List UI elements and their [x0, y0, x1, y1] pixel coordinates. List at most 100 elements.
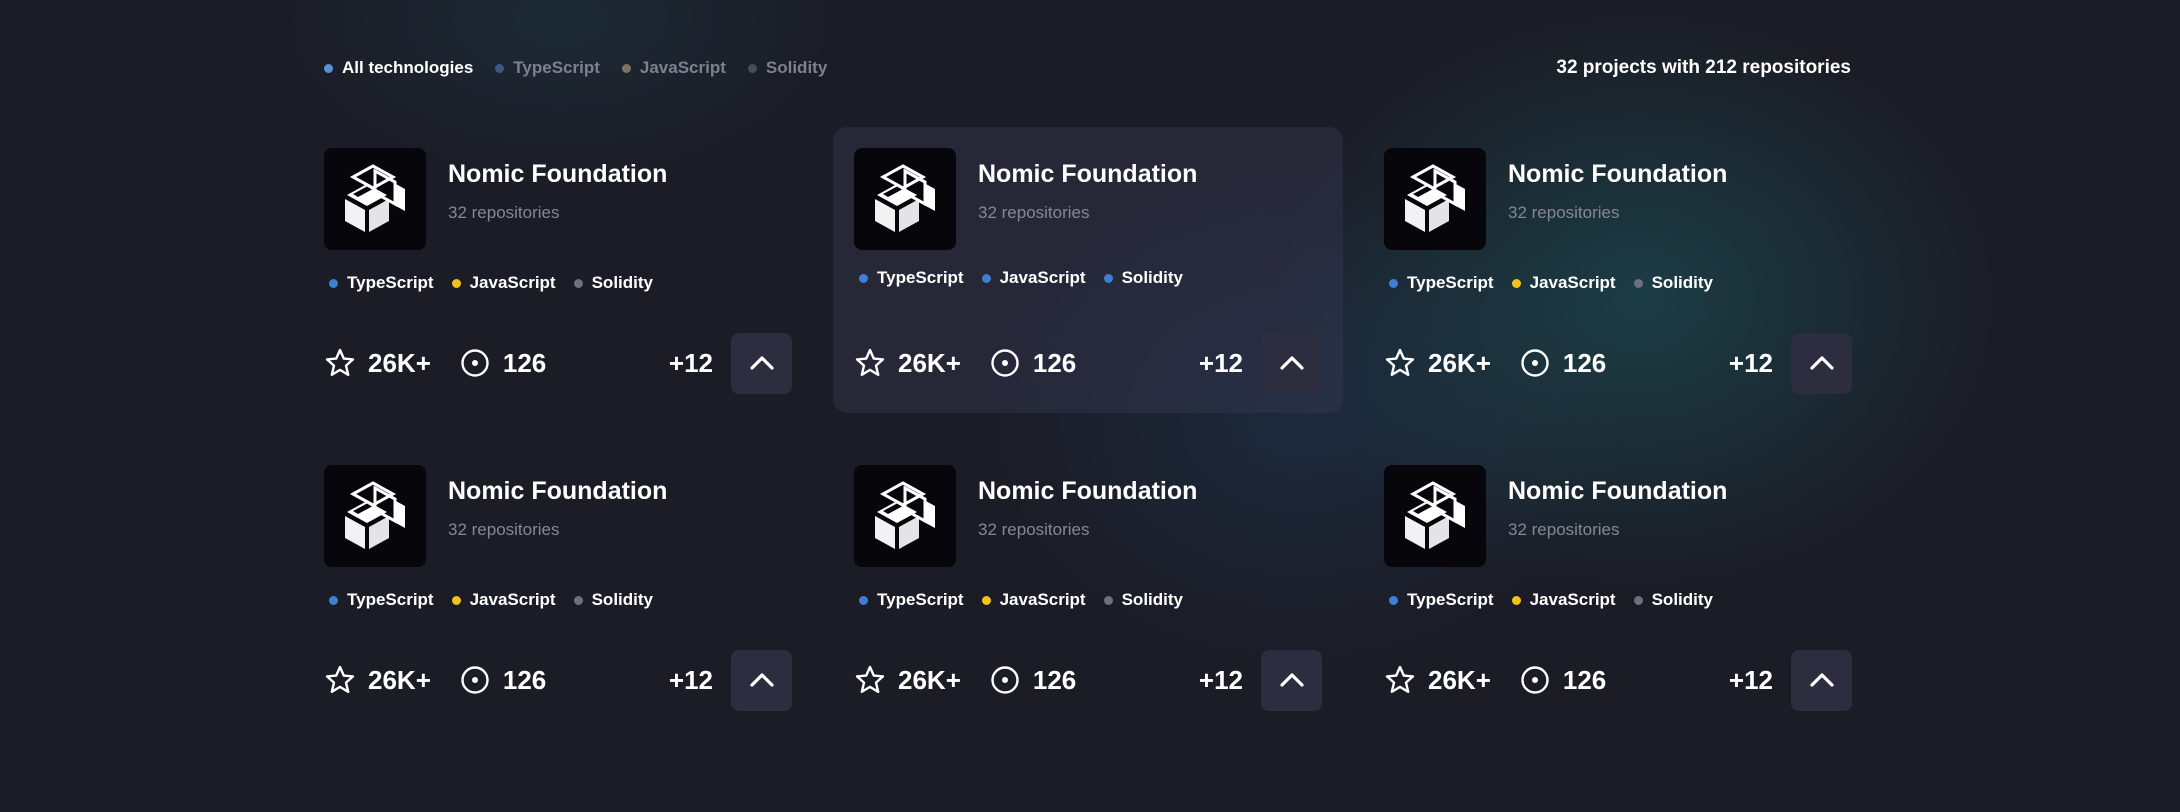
- stars-stat: 26K+: [854, 664, 961, 696]
- technology-list: TypeScript JavaScript Solidity: [1389, 273, 1713, 293]
- org-name[interactable]: Nomic Foundation: [978, 160, 1197, 189]
- tech-dot: [1103, 595, 1113, 605]
- org-logo: [1384, 148, 1486, 250]
- project-card[interactable]: Nomic Foundation 32 repositories TypeScr…: [1363, 127, 1873, 413]
- tech-dot: [1511, 278, 1521, 288]
- org-repository-count: 32 repositories: [978, 520, 1090, 539]
- project-card[interactable]: Nomic Foundation 32 repositories TypeScr…: [303, 127, 813, 413]
- tech-label: Solidity: [1651, 590, 1713, 609]
- more-repositories-count: +12: [1198, 664, 1243, 695]
- tech-tag-javascript: JavaScript: [981, 268, 1086, 288]
- star-icon: [325, 665, 355, 693]
- stars-stat: 26K+: [324, 347, 431, 379]
- tech-label: JavaScript: [469, 590, 556, 609]
- issue-icon: [991, 666, 1019, 694]
- issues-count: 126: [1032, 347, 1077, 378]
- tech-dot: [1633, 278, 1643, 288]
- issues-stat: 126: [989, 664, 1076, 696]
- org-repository-count: 32 repositories: [1508, 520, 1620, 539]
- tech-dot: [1633, 595, 1643, 605]
- tech-tag-solidity: Solidity: [1103, 268, 1183, 288]
- org-name[interactable]: Nomic Foundation: [1508, 160, 1727, 189]
- tech-label: JavaScript: [469, 273, 556, 292]
- tech-tag-javascript: JavaScript: [1511, 273, 1616, 293]
- tech-tag-typescript: TypeScript: [1389, 273, 1494, 293]
- cube-icon: [345, 164, 405, 232]
- chevron-up-icon: [1279, 356, 1304, 370]
- org-logo: [854, 465, 956, 567]
- tech-dot: [859, 273, 868, 283]
- tech-dot: [451, 278, 461, 288]
- cube-icon: [1405, 164, 1465, 232]
- tech-tag-javascript: JavaScript: [451, 590, 556, 610]
- expand-button[interactable]: [1791, 649, 1852, 711]
- tech-dot: [859, 595, 868, 605]
- project-card[interactable]: Nomic Foundation 32 repositories TypeScr…: [1363, 444, 1873, 730]
- technology-list: TypeScript JavaScript Solidity: [1389, 590, 1713, 610]
- issue-icon: [461, 666, 489, 694]
- tech-dot: [1511, 595, 1521, 605]
- tech-label: Solidity: [1121, 590, 1183, 609]
- technology-list: TypeScript JavaScript Solidity: [329, 273, 653, 293]
- more-repositories-count: +12: [1728, 347, 1773, 378]
- expand-button[interactable]: [1261, 332, 1322, 394]
- org-repository-count: 32 repositories: [448, 203, 560, 222]
- tech-tag-typescript: TypeScript: [859, 268, 964, 288]
- issue-icon: [461, 349, 489, 377]
- more-repositories-count: +12: [668, 347, 713, 378]
- cube-icon: [345, 481, 405, 549]
- stars-stat: 26K+: [854, 347, 961, 379]
- expand-button[interactable]: [731, 649, 792, 711]
- cube-icon: [875, 164, 935, 232]
- stats-row: 26K+ 126 +12: [324, 649, 792, 711]
- tech-tag-javascript: JavaScript: [451, 273, 556, 293]
- tech-dot: [329, 278, 338, 288]
- tech-label: Solidity: [591, 590, 653, 609]
- org-name[interactable]: Nomic Foundation: [1508, 477, 1727, 506]
- tech-label: JavaScript: [1529, 590, 1616, 609]
- issues-count: 126: [1562, 347, 1607, 378]
- tech-tag-typescript: TypeScript: [329, 273, 434, 293]
- project-card[interactable]: Nomic Foundation 32 repositories TypeScr…: [833, 444, 1343, 730]
- stars-count: 26K+: [898, 664, 961, 695]
- tech-label: JavaScript: [999, 268, 1086, 287]
- tech-tag-solidity: Solidity: [573, 590, 653, 610]
- tech-tag-solidity: Solidity: [573, 273, 653, 293]
- more-repositories-count: +12: [668, 664, 713, 695]
- tech-dot: [1103, 273, 1113, 283]
- stats-row: 26K+ 126 +12: [1384, 649, 1852, 711]
- org-name[interactable]: Nomic Foundation: [978, 477, 1197, 506]
- tech-dot: [981, 273, 991, 283]
- stars-stat: 26K+: [324, 664, 431, 696]
- tech-dot: [451, 595, 461, 605]
- org-repository-count: 32 repositories: [448, 520, 560, 539]
- issues-stat: 126: [1519, 664, 1606, 696]
- project-card[interactable]: Nomic Foundation 32 repositories TypeScr…: [303, 444, 813, 730]
- tech-dot: [1389, 278, 1398, 288]
- star-icon: [1385, 665, 1415, 693]
- tech-label: JavaScript: [1529, 273, 1616, 292]
- org-logo: [854, 148, 956, 250]
- org-name[interactable]: Nomic Foundation: [448, 160, 667, 189]
- expand-button[interactable]: [1791, 332, 1852, 394]
- tech-label: TypeScript: [347, 273, 434, 292]
- project-card[interactable]: Nomic Foundation 32 repositories TypeScr…: [833, 127, 1343, 413]
- org-name[interactable]: Nomic Foundation: [448, 477, 667, 506]
- stats-row: 26K+ 126 +12: [854, 332, 1322, 394]
- org-logo: [324, 148, 426, 250]
- stats-row: 26K+ 126 +12: [324, 332, 792, 394]
- chevron-up-icon: [749, 673, 774, 687]
- stars-stat: 26K+: [1384, 347, 1491, 379]
- star-icon: [855, 665, 885, 693]
- expand-button[interactable]: [731, 332, 792, 394]
- issues-count: 126: [1562, 664, 1607, 695]
- expand-button[interactable]: [1261, 649, 1322, 711]
- org-logo: [1384, 465, 1486, 567]
- technology-list: TypeScript JavaScript Solidity: [329, 590, 653, 610]
- stats-row: 26K+ 126 +12: [854, 649, 1322, 711]
- tech-dot: [1389, 595, 1398, 605]
- tech-label: Solidity: [591, 273, 653, 292]
- tech-tag-typescript: TypeScript: [329, 590, 434, 610]
- tech-tag-typescript: TypeScript: [859, 590, 964, 610]
- chevron-up-icon: [1809, 356, 1834, 370]
